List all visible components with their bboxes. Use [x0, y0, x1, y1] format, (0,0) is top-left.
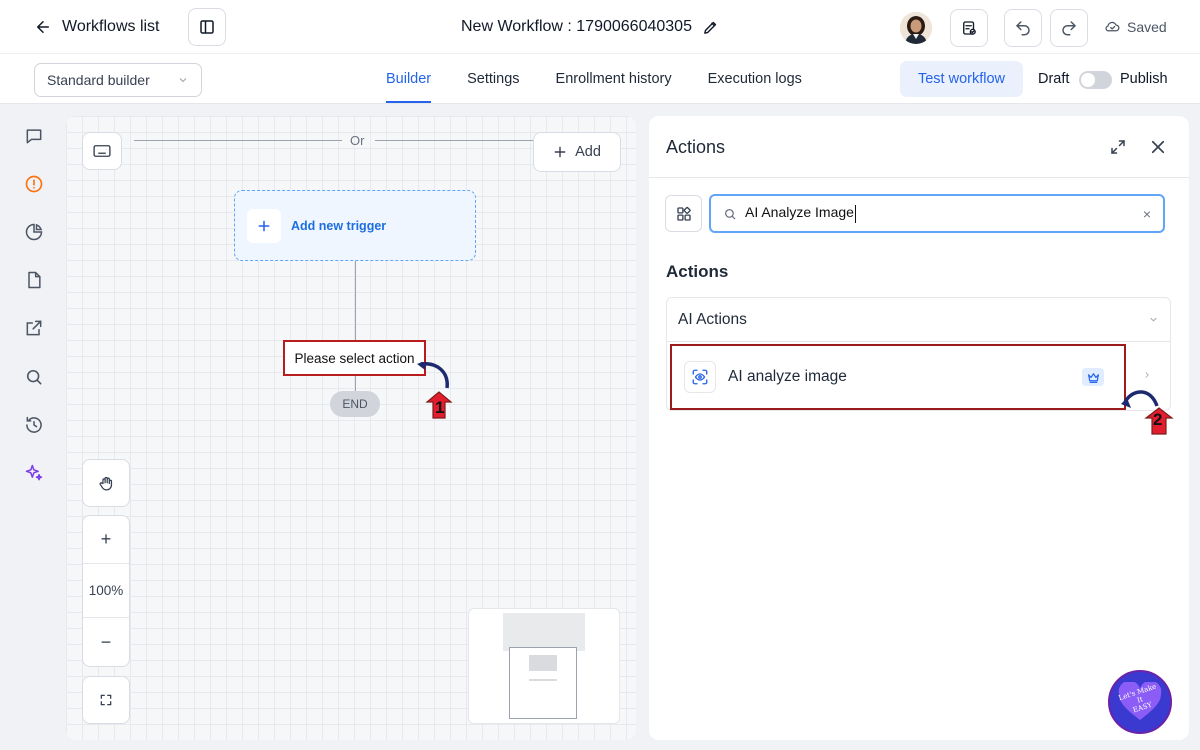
builder-toolbar: Standard builder Builder Settings Enroll…: [0, 54, 1200, 104]
search-icon[interactable]: [23, 366, 45, 388]
annotation-number-2: 2: [1153, 410, 1163, 429]
minimap-node-line: [529, 679, 557, 681]
premium-crown-icon: [1082, 368, 1104, 386]
zoom-in-button[interactable]: +: [83, 516, 129, 564]
minimap[interactable]: [468, 608, 620, 724]
text-caret: [854, 204, 856, 223]
redo-button[interactable]: [1050, 9, 1088, 47]
zoom-controls: + 100% −: [82, 515, 130, 667]
minimap-viewport: [503, 613, 585, 651]
search-icon: [724, 208, 736, 219]
file-icon[interactable]: [23, 269, 45, 291]
end-node: END: [330, 391, 380, 417]
grid-icon: [676, 206, 691, 221]
draft-label: Draft: [1038, 71, 1070, 87]
pan-tool-button[interactable]: [82, 459, 130, 507]
back-label: Workflows list: [62, 18, 160, 35]
clipboard-check-icon: [963, 21, 976, 35]
pie-chart-icon[interactable]: [23, 221, 45, 243]
keyboard-icon: [93, 145, 111, 157]
back-to-workflows-button[interactable]: Workflows list: [34, 14, 160, 40]
cloud-check-icon: [1105, 21, 1120, 32]
tab-enrollment-history[interactable]: Enrollment history: [556, 54, 672, 104]
publish-toggle[interactable]: [1079, 71, 1112, 89]
top-bar: Workflows list New Workflow : 1790066040…: [0, 0, 1200, 54]
left-icon-rail: [0, 104, 66, 750]
trigger-label: Add new trigger: [291, 218, 387, 233]
saved-label: Saved: [1127, 18, 1167, 35]
maximize-icon[interactable]: [1107, 136, 1129, 158]
chevron-down-icon: [1150, 317, 1157, 322]
alert-circle-icon[interactable]: [23, 173, 45, 195]
user-avatar[interactable]: [900, 12, 932, 44]
ai-actions-group: AI Actions AI analyze image: [666, 297, 1171, 411]
add-label: Add: [575, 144, 601, 160]
builder-mode-select[interactable]: Standard builder: [34, 63, 202, 97]
hand-icon: [98, 476, 112, 491]
workflow-title-text: New Workflow : 1790066040305: [461, 18, 692, 35]
or-label: Or: [350, 133, 365, 148]
pencil-icon[interactable]: [702, 19, 719, 36]
arrow-left-icon: [37, 21, 49, 33]
notes-button[interactable]: [950, 9, 988, 47]
toggle-sidebar-button[interactable]: [188, 8, 226, 46]
chevron-down-icon: [179, 78, 187, 83]
add-new-trigger-node[interactable]: Add new trigger: [234, 190, 476, 261]
annotation-arrow-icon-2: [1121, 390, 1174, 435]
undo-button[interactable]: [1004, 9, 1042, 47]
search-value: AI Analyze Image: [745, 204, 854, 221]
workflow-canvas[interactable]: Or Add Add new trigger Please select act…: [66, 116, 636, 740]
heart-icon: Let's Make It EASY: [1117, 680, 1163, 722]
ai-actions-group-header[interactable]: AI Actions: [667, 298, 1170, 342]
or-divider-right: [375, 140, 533, 141]
ai-actions-group-label: AI Actions: [678, 310, 747, 328]
actions-panel: Actions AI Analyze Image × Actions AI Ac…: [649, 116, 1189, 740]
ai-analyze-image-label: AI analyze image: [728, 368, 847, 385]
actions-section-title: Actions: [666, 262, 729, 281]
minimap-node: [529, 655, 557, 671]
tab-builder[interactable]: Builder: [386, 54, 432, 104]
zoom-level: 100%: [83, 564, 129, 618]
trigger-plus-icon: [247, 208, 281, 243]
actions-panel-header: Actions: [649, 116, 1189, 178]
or-divider-left: [134, 140, 342, 141]
avatar-image: [900, 12, 932, 44]
history-icon[interactable]: [23, 414, 45, 436]
save-status: Saved: [1104, 18, 1167, 35]
select-action-node[interactable]: Please select action: [283, 340, 426, 376]
tab-execution-logs[interactable]: Execution logs: [708, 54, 802, 104]
category-grid-button[interactable]: [665, 195, 702, 232]
external-link-icon[interactable]: [23, 317, 45, 339]
plus-icon: [554, 146, 566, 158]
lets-make-it-easy-logo: Let's Make It EASY: [1108, 670, 1172, 734]
fit-view-button[interactable]: [82, 676, 130, 724]
actions-panel-title: Actions: [666, 137, 726, 157]
connector-line-bottom: [355, 376, 356, 391]
publish-label: Publish: [1120, 71, 1168, 87]
expand-icon: [100, 694, 112, 706]
undo-icon: [1016, 21, 1030, 36]
actions-search-input[interactable]: AI Analyze Image ×: [709, 194, 1165, 233]
add-trigger-button[interactable]: Add: [533, 132, 621, 172]
annotation-number-1: 1: [435, 398, 445, 417]
close-icon[interactable]: [1147, 136, 1169, 158]
tab-settings[interactable]: Settings: [467, 54, 519, 104]
connector-line-top: [355, 261, 356, 340]
zoom-out-button[interactable]: −: [83, 618, 129, 666]
builder-mode-value: Standard builder: [47, 72, 150, 88]
workflow-title: New Workflow : 1790066040305: [461, 18, 719, 36]
chat-icon[interactable]: [23, 125, 45, 147]
redo-icon: [1062, 21, 1076, 36]
builder-tabs: Builder Settings Enrollment history Exec…: [386, 54, 838, 104]
chevron-right-icon[interactable]: [1142, 370, 1152, 380]
ai-analyze-image-action[interactable]: AI analyze image: [670, 344, 1126, 410]
keyboard-shortcuts-button[interactable]: [82, 132, 122, 170]
sidebar-panel-icon: [200, 20, 214, 34]
clear-search-button[interactable]: ×: [1143, 206, 1151, 222]
test-workflow-button[interactable]: Test workflow: [900, 61, 1023, 97]
sparkles-icon[interactable]: [23, 462, 45, 484]
eye-scan-icon: [684, 361, 716, 393]
